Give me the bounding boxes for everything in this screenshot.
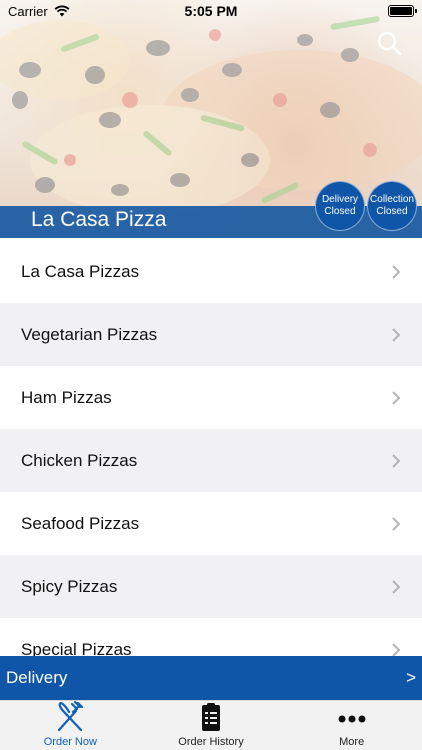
- tab-order-now[interactable]: Order Now: [0, 701, 141, 750]
- menu-item-label: Special Pizzas: [21, 639, 132, 657]
- more-dots-icon: [338, 715, 366, 723]
- clipboard-icon: [202, 703, 220, 731]
- menu-item-label: Chicken Pizzas: [21, 450, 138, 470]
- status-bar: Carrier 5:05 PM: [0, 0, 422, 22]
- bottom-tab-bar: Order Now Order History More: [0, 700, 422, 750]
- menu-item-label: La Casa Pizzas: [21, 261, 140, 281]
- delivery-mode-bar[interactable]: Delivery >: [0, 656, 422, 700]
- delivery-mode-arrow: >: [406, 668, 416, 687]
- status-left: Carrier: [8, 4, 70, 19]
- delivery-status-line1: Delivery: [321, 194, 359, 205]
- chevron-right-icon: [392, 516, 401, 531]
- fork-knife-icon: [58, 701, 84, 732]
- tab-more[interactable]: More: [281, 701, 422, 750]
- battery-icon: [388, 5, 417, 17]
- menu-item-la-casa-pizzas[interactable]: La Casa Pizzas: [0, 240, 422, 303]
- tab-label: Order Now: [43, 736, 97, 748]
- hero-banner: La Casa Pizza Delivery Closed Collection…: [0, 0, 422, 238]
- menu-item-ham-pizzas[interactable]: Ham Pizzas: [0, 366, 422, 429]
- delivery-status-line2: Closed: [324, 206, 356, 217]
- menu-item-vegetarian-pizzas[interactable]: Vegetarian Pizzas: [0, 303, 422, 366]
- chevron-right-icon: [392, 579, 401, 594]
- collection-status-badge: Collection Closed: [367, 181, 417, 231]
- carrier-label: Carrier: [8, 3, 48, 19]
- delivery-status-badge: Delivery Closed: [315, 181, 365, 231]
- menu-item-label: Ham Pizzas: [21, 387, 112, 407]
- menu-item-label: Vegetarian Pizzas: [21, 324, 158, 344]
- wifi-icon: [54, 5, 70, 17]
- collection-status-line2: Closed: [376, 206, 408, 217]
- chevron-right-icon: [392, 453, 401, 468]
- menu-item-seafood-pizzas[interactable]: Seafood Pizzas: [0, 492, 422, 555]
- chevron-right-icon: [392, 264, 401, 279]
- tab-label: Order History: [178, 736, 244, 748]
- collection-status-line1: Collection: [370, 194, 414, 205]
- restaurant-name: La Casa Pizza: [31, 208, 167, 231]
- chevron-right-icon: [392, 390, 401, 405]
- chevron-right-icon: [392, 642, 401, 656]
- tab-label: More: [339, 736, 365, 748]
- menu-item-special-pizzas[interactable]: Special Pizzas: [0, 618, 422, 656]
- delivery-mode-label: Delivery: [6, 668, 68, 687]
- menu-item-label: Spicy Pizzas: [21, 576, 118, 596]
- search-icon[interactable]: [376, 30, 402, 56]
- menu-category-list: La Casa Pizzas Vegetarian Pizzas Ham Piz…: [0, 240, 422, 656]
- chevron-right-icon: [392, 327, 401, 342]
- tab-order-history[interactable]: Order History: [141, 701, 282, 750]
- menu-item-spicy-pizzas[interactable]: Spicy Pizzas: [0, 555, 422, 618]
- menu-item-label: Seafood Pizzas: [21, 513, 140, 533]
- menu-item-chicken-pizzas[interactable]: Chicken Pizzas: [0, 429, 422, 492]
